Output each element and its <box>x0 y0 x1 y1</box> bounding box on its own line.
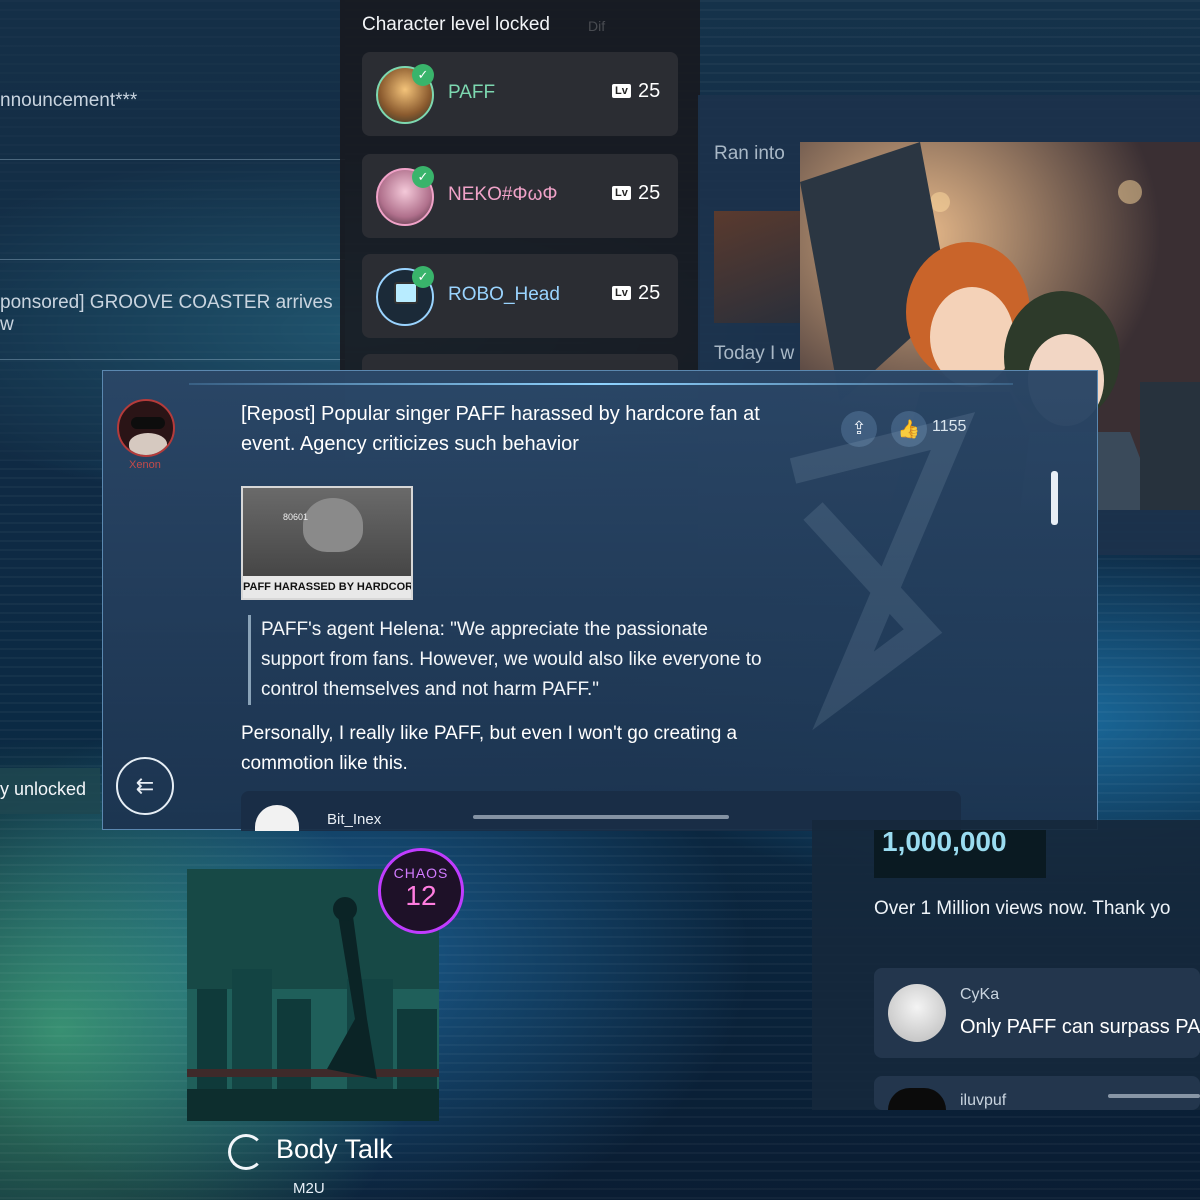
robo-screen <box>394 282 418 304</box>
character-row-paff[interactable]: ✓ PAFF Lv 25 <box>362 52 678 136</box>
views-counter: 1,000,000 <box>882 830 1007 857</box>
reply-username: Bit_Inex <box>327 811 382 828</box>
commenter-name: iluvpuf <box>960 1092 1007 1109</box>
post-snippet: Ran into <box>714 143 785 164</box>
check-icon: ✓ <box>412 64 434 86</box>
comment-text: Only PAFF can surpass PA <box>960 1016 1200 1038</box>
post-image-figure <box>303 498 363 552</box>
post-image-caption: PAFF HARASSED BY HARDCORE FAN <box>243 576 411 598</box>
post-thumbnail[interactable] <box>714 211 804 323</box>
author-name: Xenon <box>129 459 161 471</box>
character-row-neko[interactable]: ✓ NEKO#ΦωΦ Lv 25 <box>362 154 678 238</box>
post-image[interactable]: 80601 PAFF HARASSED BY HARDCORE FAN <box>241 486 413 600</box>
difficulty-badge: CHAOS 12 <box>378 848 464 934</box>
comment-item[interactable]: iluvpuf <box>874 1076 1200 1110</box>
character-level: 25 <box>638 282 661 304</box>
character-level: 25 <box>638 80 661 102</box>
check-icon: ✓ <box>412 166 434 188</box>
author-avatar[interactable] <box>117 399 175 457</box>
scrollbar-thumb[interactable] <box>1051 471 1058 525</box>
character-panel: Character level locked Dif ✓ PAFF Lv 25 … <box>340 0 700 372</box>
back-button[interactable]: ⇇ <box>116 757 174 815</box>
comment-item[interactable]: CyKa Only PAFF can surpass PA <box>874 968 1200 1058</box>
song-logo-icon <box>228 1134 264 1170</box>
character-panel-title: Character level locked <box>362 14 550 35</box>
forum-row-title: ponsored] GROOVE COASTER arrives w <box>0 292 333 335</box>
forum-row[interactable]: ponsored] GROOVE COASTER arrives w <box>0 260 345 360</box>
difficulty-level: 12 <box>405 880 437 911</box>
song-artist: M2U <box>293 1180 325 1197</box>
difficulty-label: CHAOS <box>393 865 449 881</box>
horizontal-scroll-indicator[interactable] <box>1108 1094 1200 1098</box>
faded-label: Dif <box>588 18 606 34</box>
back-arrow-icon: ⇇ <box>135 773 155 798</box>
song-title: Body Talk <box>276 1134 393 1164</box>
commenter-name: CyKa <box>960 986 1000 1003</box>
post-snippet: Today I w <box>714 343 795 364</box>
character-name: NEKO#ΦωΦ <box>448 184 558 205</box>
check-icon: ✓ <box>412 266 434 288</box>
comments-panel: 1,000,000 Over 1 Million views now. Than… <box>812 820 1200 1110</box>
character-name: ROBO_Head <box>448 284 560 305</box>
horizontal-scroll-indicator[interactable] <box>473 815 729 819</box>
watermark-logo <box>789 412 976 731</box>
character-row-robo[interactable]: ✓ ROBO_Head Lv 25 <box>362 254 678 338</box>
avatar-face <box>129 433 167 455</box>
reply-avatar <box>255 805 299 831</box>
level-badge: Lv <box>612 186 631 200</box>
level-badge: Lv <box>612 286 631 300</box>
views-thumbnail[interactable]: 1,000,000 <box>874 830 1046 878</box>
level-badge: Lv <box>612 84 631 98</box>
character-name: PAFF <box>448 82 496 103</box>
character-level: 25 <box>638 182 661 204</box>
views-text: Over 1 Million views now. Thank yo <box>874 898 1171 919</box>
post-title: [Repost] Popular singer PAFF harassed by… <box>241 403 760 455</box>
post-body: Personally, I really like PAFF, but even… <box>241 723 738 774</box>
forum-row[interactable]: nnouncement*** <box>0 58 345 160</box>
forum-row[interactable] <box>0 160 345 260</box>
commenter-avatar <box>888 984 946 1042</box>
commenter-avatar <box>888 1088 946 1110</box>
unlocked-tab[interactable]: y unlocked <box>0 768 100 814</box>
post-modal: Xenon [Repost] Popular singer PAFF haras… <box>102 370 1098 831</box>
avatar-glasses <box>131 417 165 429</box>
modal-top-line <box>189 383 1013 385</box>
post-image-sign: 80601 <box>283 512 309 522</box>
quote-block: PAFF's agent Helena: "We appreciate the … <box>248 615 768 705</box>
unlocked-label: y unlocked <box>0 779 87 799</box>
forum-row-title: nnouncement*** <box>0 90 138 111</box>
